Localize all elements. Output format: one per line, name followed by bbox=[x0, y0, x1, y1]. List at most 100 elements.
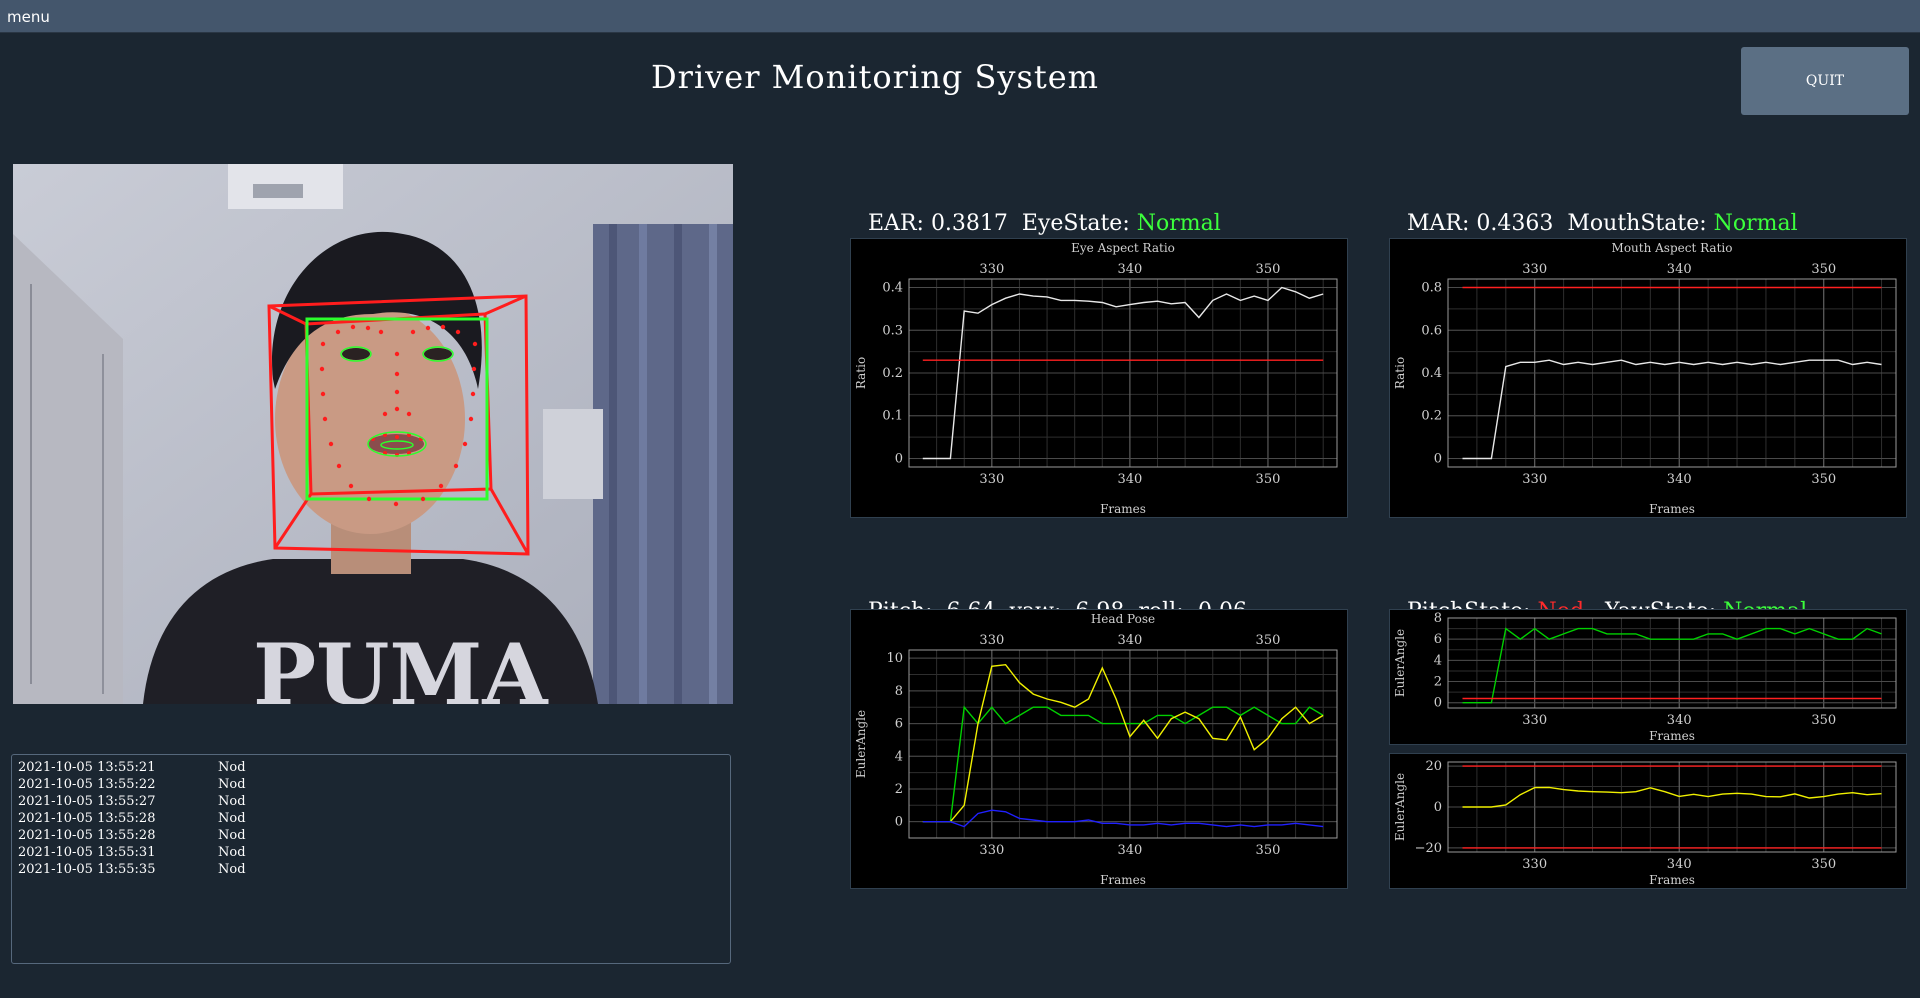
plot-frame bbox=[1447, 617, 1897, 709]
y-tick-label: 0.2 bbox=[1421, 409, 1442, 424]
x-tick-label: 350 bbox=[1811, 713, 1836, 728]
y-tick-label: 6 bbox=[895, 717, 903, 732]
series-line-1 bbox=[922, 663, 1324, 823]
x-tick-label-top: 340 bbox=[1667, 262, 1692, 277]
y-tick-label: 0.4 bbox=[1421, 366, 1442, 381]
log-entry-event: Nod bbox=[218, 845, 246, 860]
log-entry-time: 2021-10-05 13:55:31 bbox=[18, 845, 156, 860]
y-tick-label: 0 bbox=[895, 451, 903, 466]
menu-bar: menu bbox=[0, 0, 1920, 33]
x-tick-label-top: 330 bbox=[1522, 262, 1547, 277]
x-tick-label: 350 bbox=[1811, 857, 1836, 872]
log-entry-time: 2021-10-05 13:55:21 bbox=[18, 760, 156, 775]
pitch-angle-chart: 330 340 350 0 2 4 6 8 Frames EulerAngle bbox=[1389, 609, 1907, 745]
y-tick-label: 0.8 bbox=[1421, 281, 1442, 296]
log-entry-event: Nod bbox=[218, 760, 246, 775]
mar-value: 0.4363 bbox=[1476, 211, 1554, 236]
log-entry-event: Nod bbox=[218, 777, 246, 792]
camera-feed: PUMA bbox=[13, 164, 733, 704]
y-tick-label: 6 bbox=[1434, 632, 1442, 647]
x-axis-label: Frames bbox=[1649, 873, 1695, 887]
chart-title: Eye Aspect Ratio bbox=[1071, 241, 1175, 255]
chart-svg: Head Pose 330 330 340 340 350 350 0 2 4 6 8 10 Frames… bbox=[854, 612, 1338, 887]
y-tick-label: 0.6 bbox=[1421, 323, 1442, 338]
x-axis-label: Frames bbox=[1100, 502, 1146, 516]
eye-state-value: Normal bbox=[1136, 211, 1221, 236]
y-tick-label: 20 bbox=[1425, 759, 1442, 774]
camera-image: PUMA bbox=[13, 164, 733, 704]
log-entry: 2021-10-05 13:55:31 Nod bbox=[18, 844, 724, 861]
log-entry-time: 2021-10-05 13:55:27 bbox=[18, 794, 156, 809]
y-axis-label: EulerAngle bbox=[854, 710, 868, 778]
mouth-aspect-ratio-chart: Mouth Aspect Ratio 330 330 340 340 350 350 0 0.2… bbox=[1389, 238, 1907, 518]
x-tick-label: 330 bbox=[979, 843, 1004, 858]
ear-value: 0.3817 bbox=[930, 211, 1008, 236]
log-entry-time: 2021-10-05 13:55:22 bbox=[18, 777, 156, 792]
x-tick-label-top: 340 bbox=[1117, 633, 1142, 648]
log-entry: 2021-10-05 13:55:27 Nod bbox=[18, 793, 724, 810]
y-tick-label: 10 bbox=[886, 651, 903, 666]
y-axis-label: Ratio bbox=[854, 357, 868, 389]
page-title: Driver Monitoring System bbox=[650, 58, 1100, 96]
log-entry-time: 2021-10-05 13:55:28 bbox=[18, 828, 156, 843]
ear-label: EAR: bbox=[868, 211, 924, 236]
mouth-state-label: MouthState: bbox=[1567, 211, 1707, 236]
chart-svg: Eye Aspect Ratio 330 330 340 340 350 350 0 0.1 0.… bbox=[854, 241, 1338, 516]
ear-readout: EAR: 0.3817 EyeState: Normal bbox=[854, 186, 1221, 236]
y-axis-label: EulerAngle bbox=[1393, 629, 1407, 697]
series-line-0 bbox=[1462, 359, 1882, 460]
y-tick-label: 0 bbox=[1434, 800, 1442, 815]
x-tick-label-top: 330 bbox=[979, 262, 1004, 277]
x-axis-label: Frames bbox=[1649, 729, 1695, 743]
x-tick-label-top: 350 bbox=[1256, 262, 1281, 277]
y-tick-label: 4 bbox=[895, 749, 903, 764]
chart-svg: 330 340 350 −20 0 20 Frames EulerAngle bbox=[1393, 759, 1897, 887]
x-tick-label-top: 340 bbox=[1117, 262, 1142, 277]
y-tick-label: 8 bbox=[895, 684, 903, 699]
yaw-angle-chart: 330 340 350 −20 0 20 Frames EulerAngle bbox=[1389, 753, 1907, 889]
y-tick-label: 0 bbox=[1434, 451, 1442, 466]
menu-button[interactable]: menu bbox=[7, 8, 50, 26]
series-line-0 bbox=[922, 705, 1324, 823]
x-axis-label: Frames bbox=[1649, 502, 1695, 516]
quit-button[interactable]: QUIT bbox=[1741, 47, 1909, 115]
x-axis-label: Frames bbox=[1100, 873, 1146, 887]
y-tick-label: 8 bbox=[1434, 611, 1442, 626]
y-tick-label: 2 bbox=[1434, 675, 1442, 690]
x-tick-label: 340 bbox=[1667, 713, 1692, 728]
y-tick-label: 0.1 bbox=[882, 409, 903, 424]
x-tick-label: 350 bbox=[1256, 472, 1281, 487]
y-tick-label: 2 bbox=[895, 782, 903, 797]
chart-title: Mouth Aspect Ratio bbox=[1612, 241, 1733, 255]
y-axis-label: EulerAngle bbox=[1393, 773, 1407, 841]
x-tick-label: 350 bbox=[1811, 472, 1836, 487]
log-entry-time: 2021-10-05 13:55:28 bbox=[18, 811, 156, 826]
mar-label: MAR: bbox=[1407, 211, 1470, 236]
chart-svg: Mouth Aspect Ratio 330 330 340 340 350 350 0 0.2… bbox=[1393, 241, 1897, 516]
y-tick-label: −20 bbox=[1415, 841, 1442, 856]
event-log[interactable]: 2021-10-05 13:55:21 Nod 2021-10-05 13:55:2… bbox=[11, 754, 731, 964]
mouth-state-value: Normal bbox=[1713, 211, 1798, 236]
log-entry: 2021-10-05 13:55:22 Nod bbox=[18, 776, 724, 793]
x-tick-label: 330 bbox=[1522, 472, 1547, 487]
x-tick-label: 340 bbox=[1667, 857, 1692, 872]
y-tick-label: 4 bbox=[1434, 653, 1442, 668]
x-tick-label: 350 bbox=[1256, 843, 1281, 858]
x-tick-label-top: 350 bbox=[1256, 633, 1281, 648]
y-tick-label: 0.3 bbox=[882, 323, 903, 338]
series-line-2 bbox=[922, 809, 1324, 828]
shirt-logo: PUMA bbox=[253, 625, 549, 704]
chart-svg: 330 340 350 0 2 4 6 8 Frames EulerAngle bbox=[1393, 611, 1897, 743]
y-axis-label: Ratio bbox=[1393, 357, 1407, 389]
series-line-0 bbox=[1462, 786, 1882, 808]
plot-frame bbox=[908, 649, 1338, 839]
x-tick-label: 340 bbox=[1117, 472, 1142, 487]
log-entry-event: Nod bbox=[218, 794, 246, 809]
log-entry: 2021-10-05 13:55:35 Nod bbox=[18, 861, 724, 878]
log-entry: 2021-10-05 13:55:28 Nod bbox=[18, 827, 724, 844]
x-tick-label-top: 350 bbox=[1811, 262, 1836, 277]
x-tick-label: 330 bbox=[1522, 857, 1547, 872]
x-tick-label: 340 bbox=[1117, 843, 1142, 858]
log-entry: 2021-10-05 13:55:21 Nod bbox=[18, 759, 724, 776]
eye-aspect-ratio-chart: Eye Aspect Ratio 330 330 340 340 350 350 0 0.1 0.… bbox=[850, 238, 1348, 518]
